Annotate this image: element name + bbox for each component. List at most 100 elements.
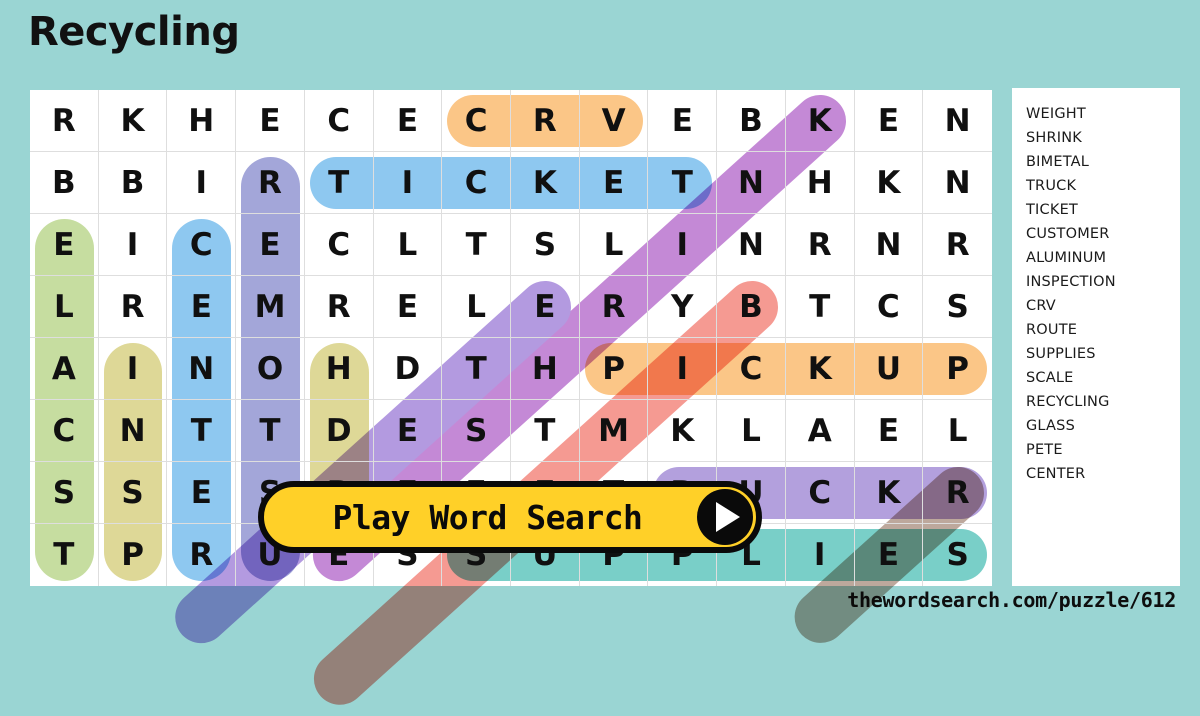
grid-cell[interactable]: M xyxy=(236,276,305,338)
grid-cell[interactable]: I xyxy=(786,524,855,586)
grid-cell[interactable]: B xyxy=(717,276,786,338)
grid-cell[interactable]: L xyxy=(923,400,992,462)
grid-cell[interactable]: H xyxy=(785,152,855,214)
grid-cell[interactable]: T xyxy=(511,400,580,462)
grid-cell[interactable]: E xyxy=(854,90,924,152)
grid-cell[interactable]: C xyxy=(304,214,374,276)
grid-cell[interactable]: E xyxy=(579,152,649,214)
word-list-item: RECYCLING xyxy=(1026,394,1110,410)
grid-cell[interactable]: C xyxy=(304,90,374,152)
grid-cell[interactable]: C xyxy=(442,90,511,152)
grid-cell[interactable]: R xyxy=(511,90,580,152)
grid-cell[interactable]: E xyxy=(236,214,305,276)
grid-cell[interactable]: H xyxy=(167,90,237,152)
grid-cell[interactable]: N xyxy=(98,400,168,462)
grid-cell[interactable]: D xyxy=(304,400,374,462)
grid-cell[interactable]: T xyxy=(167,400,237,462)
grid-cell[interactable]: I xyxy=(98,214,168,276)
grid-cell[interactable]: S xyxy=(442,400,511,462)
grid-cell[interactable]: K xyxy=(511,152,580,214)
grid-cell[interactable]: P xyxy=(579,338,649,400)
grid-cell[interactable]: L xyxy=(442,276,511,338)
grid-cell[interactable]: N xyxy=(923,152,992,214)
grid-cell[interactable]: E xyxy=(373,400,443,462)
grid-cell[interactable]: N xyxy=(923,90,992,152)
grid-cell[interactable]: T xyxy=(236,400,305,462)
grid-cell[interactable]: Y xyxy=(648,276,718,338)
grid-cell[interactable]: N xyxy=(854,214,924,276)
grid-cell[interactable]: U xyxy=(854,338,924,400)
grid-cell[interactable]: B xyxy=(30,152,99,214)
grid-cell[interactable]: T xyxy=(30,524,99,586)
grid-cell[interactable]: L xyxy=(717,400,786,462)
grid-cell[interactable]: B xyxy=(717,90,786,152)
grid-cell[interactable]: N xyxy=(717,214,786,276)
grid-cell[interactable]: R xyxy=(98,276,168,338)
play-word-search-button[interactable]: Play Word Search xyxy=(258,481,762,553)
grid-cell[interactable]: K xyxy=(854,462,924,524)
grid-cell[interactable]: L xyxy=(579,214,649,276)
grid-cell[interactable]: S xyxy=(511,214,580,276)
grid-cell[interactable]: E xyxy=(854,400,924,462)
grid-cell[interactable]: B xyxy=(98,152,168,214)
grid-cell[interactable]: C xyxy=(854,276,924,338)
grid-cell[interactable]: C xyxy=(785,462,855,524)
grid-cell[interactable]: V xyxy=(579,90,649,152)
play-button-label: Play Word Search xyxy=(332,497,643,537)
grid-cell[interactable]: E xyxy=(373,90,443,152)
grid-cell[interactable]: T xyxy=(442,338,511,400)
grid-cell[interactable]: D xyxy=(373,338,443,400)
grid-cell[interactable]: E xyxy=(236,90,305,152)
grid-cell[interactable]: S xyxy=(923,276,992,338)
grid-cell[interactable]: R xyxy=(304,276,374,338)
grid-cell[interactable]: H xyxy=(304,338,374,400)
grid-cell[interactable]: C xyxy=(442,152,511,214)
grid-cell[interactable]: E xyxy=(648,90,718,152)
grid-cell[interactable]: L xyxy=(373,214,443,276)
grid-cell[interactable]: R xyxy=(579,276,649,338)
grid-cell[interactable]: K xyxy=(98,90,168,152)
grid-cell[interactable]: C xyxy=(717,338,786,400)
grid-cell[interactable]: K xyxy=(785,90,855,152)
grid-cell[interactable]: T xyxy=(304,152,374,214)
grid-cell[interactable]: S xyxy=(923,524,992,586)
grid-cell[interactable]: R xyxy=(923,214,992,276)
grid-cell[interactable]: T xyxy=(785,276,855,338)
grid-cell[interactable]: K xyxy=(785,338,855,400)
grid-cell[interactable]: R xyxy=(167,524,237,586)
grid-cell[interactable]: C xyxy=(30,400,99,462)
grid-cell[interactable]: K xyxy=(648,400,718,462)
grid-cell[interactable]: E xyxy=(855,524,924,586)
grid-cell[interactable]: S xyxy=(98,462,168,524)
grid-cell[interactable]: E xyxy=(30,214,99,276)
grid-cell[interactable]: S xyxy=(30,462,99,524)
grid-cell[interactable]: N xyxy=(167,338,237,400)
grid-cell[interactable]: P xyxy=(99,524,168,586)
grid-cell[interactable]: A xyxy=(30,338,99,400)
grid-cell[interactable]: T xyxy=(648,152,718,214)
grid-cell[interactable]: E xyxy=(167,276,237,338)
grid-cell[interactable]: K xyxy=(854,152,924,214)
grid-cell[interactable]: E xyxy=(373,276,443,338)
grid-cell[interactable]: E xyxy=(167,462,237,524)
grid-cell[interactable]: P xyxy=(923,338,992,400)
word-list-item: SHRINK xyxy=(1026,130,1083,146)
grid-cell[interactable]: T xyxy=(442,214,511,276)
grid-cell[interactable]: I xyxy=(648,338,718,400)
grid-cell[interactable]: O xyxy=(236,338,305,400)
grid-cell[interactable]: C xyxy=(167,214,237,276)
grid-cell[interactable]: E xyxy=(511,276,580,338)
grid-cell[interactable]: R xyxy=(30,90,99,152)
grid-cell[interactable]: I xyxy=(98,338,168,400)
grid-cell[interactable]: N xyxy=(717,152,786,214)
grid-cell[interactable]: R xyxy=(236,152,305,214)
grid-cell[interactable]: I xyxy=(648,214,718,276)
grid-cell[interactable]: R xyxy=(923,462,992,524)
grid-cell[interactable]: A xyxy=(785,400,855,462)
grid-cell[interactable]: I xyxy=(373,152,443,214)
grid-cell[interactable]: H xyxy=(511,338,580,400)
grid-cell[interactable]: L xyxy=(30,276,99,338)
grid-cell[interactable]: R xyxy=(785,214,855,276)
grid-cell[interactable]: I xyxy=(167,152,237,214)
grid-cell[interactable]: M xyxy=(579,400,649,462)
